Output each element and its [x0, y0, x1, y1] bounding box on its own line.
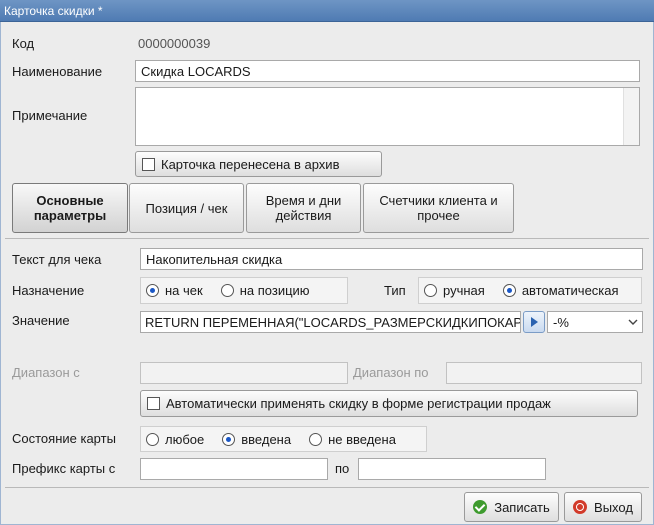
value-unit-text: -% [553, 314, 569, 330]
receipt-text-value: Накопительная скидка [146, 251, 283, 267]
value-label: Значение [12, 313, 70, 328]
exit-button-label: Выход [594, 499, 633, 515]
archive-checkbox-label: Карточка перенесена в архив [161, 156, 340, 172]
auto-apply-checkbox[interactable]: Автоматически применять скидку в форме р… [140, 390, 638, 417]
value-expression-input[interactable]: RETURN ПЕРЕМЕННАЯ("LOCARDS_РАЗМЕРСКИДКИП… [140, 311, 521, 333]
auto-apply-checkbox-box[interactable] [147, 397, 160, 410]
range-to-label: Диапазон по [353, 365, 429, 380]
purpose-position-label: на позицию [239, 283, 310, 298]
type-option-manual[interactable]: ручная [424, 283, 485, 298]
type-option-auto[interactable]: автоматическая [502, 283, 619, 298]
prefix-from-input[interactable] [140, 458, 328, 480]
card-state-not-entered-label: не введена [328, 431, 396, 447]
power-icon [573, 500, 588, 514]
card-state-not-entered-radio-icon[interactable] [309, 432, 323, 446]
purpose-receipt-label: на чек [165, 283, 203, 298]
save-button[interactable]: Записать [464, 492, 559, 522]
card-state-entered-label: введена [241, 431, 292, 447]
discount-card-window: Код 0000000039 Наименование Скидка LOCAR… [0, 22, 654, 525]
code-label: Код [12, 36, 35, 51]
receipt-text-label: Текст для чека [12, 252, 102, 267]
card-state-entered-radio-icon[interactable] [222, 432, 236, 446]
save-button-label: Записать [494, 499, 550, 515]
range-from-input[interactable] [140, 362, 348, 384]
type-manual-radio-icon[interactable] [424, 284, 437, 297]
name-label: Наименование [12, 64, 103, 79]
tabs-separator [5, 238, 649, 239]
type-auto-radio-icon[interactable] [502, 284, 516, 297]
purpose-receipt-radio-icon[interactable] [146, 284, 159, 297]
type-label: Тип [384, 283, 406, 298]
checkmark-icon [473, 500, 488, 514]
archive-checkbox-box[interactable] [142, 157, 155, 171]
prefix-to-label: по [335, 461, 350, 476]
note-scrollbar[interactable] [623, 88, 639, 145]
tab-client-counters[interactable]: Счетчики клиента и прочее [363, 183, 514, 233]
card-state-option-any[interactable]: любое [146, 432, 204, 447]
window-title: Карточка скидки * [4, 4, 103, 18]
note-textarea[interactable] [135, 87, 640, 146]
value-unit-select[interactable]: -% [547, 311, 643, 333]
card-state-option-not-entered[interactable]: не введена [309, 432, 396, 447]
purpose-position-radio-icon[interactable] [220, 284, 234, 297]
range-from-label: Диапазон с [12, 365, 80, 380]
prefix-label: Префикс карты с [12, 461, 116, 476]
receipt-text-input[interactable]: Накопительная скидка [140, 248, 643, 270]
type-auto-label: автоматическая [521, 283, 619, 298]
purpose-radiogroup: на чек на позицию [140, 277, 348, 304]
tab-position-receipt[interactable]: Позиция / чек [129, 183, 244, 233]
name-input[interactable]: Скидка LOCARDS [135, 60, 640, 82]
type-radiogroup: ручная автоматическая [418, 277, 642, 304]
tab-time-days[interactable]: Время и дни действия [246, 183, 361, 233]
value-run-button[interactable] [523, 311, 545, 333]
purpose-label: Назначение [12, 283, 85, 298]
archive-checkbox[interactable]: Карточка перенесена в архив [135, 151, 382, 177]
tab-main-params[interactable]: Основные параметры [12, 183, 128, 233]
exit-button[interactable]: Выход [564, 492, 642, 522]
code-value: 0000000039 [138, 36, 211, 51]
auto-apply-label: Автоматически применять скидку в форме р… [166, 396, 551, 411]
card-state-option-entered[interactable]: введена [222, 432, 291, 447]
prefix-to-input[interactable] [358, 458, 546, 480]
value-expression-text: RETURN ПЕРЕМЕННАЯ("LOCARDS_РАЗМЕРСКИДКИП… [145, 314, 521, 330]
note-label: Примечание [12, 108, 88, 123]
type-manual-label: ручная [443, 283, 485, 298]
purpose-option-receipt[interactable]: на чек [146, 283, 203, 298]
footer-separator [5, 487, 649, 488]
card-state-any-label: любое [165, 431, 205, 447]
chevron-down-icon[interactable] [624, 313, 641, 331]
name-input-value: Скидка LOCARDS [141, 63, 251, 79]
window-titlebar: Карточка скидки * [0, 0, 654, 22]
range-to-input[interactable] [446, 362, 642, 384]
card-state-label: Состояние карты [12, 431, 116, 446]
card-state-radiogroup: любое введена не введена [140, 426, 427, 452]
purpose-option-position[interactable]: на позицию [220, 283, 310, 298]
play-icon [530, 317, 538, 327]
card-state-any-radio-icon[interactable] [146, 432, 159, 446]
